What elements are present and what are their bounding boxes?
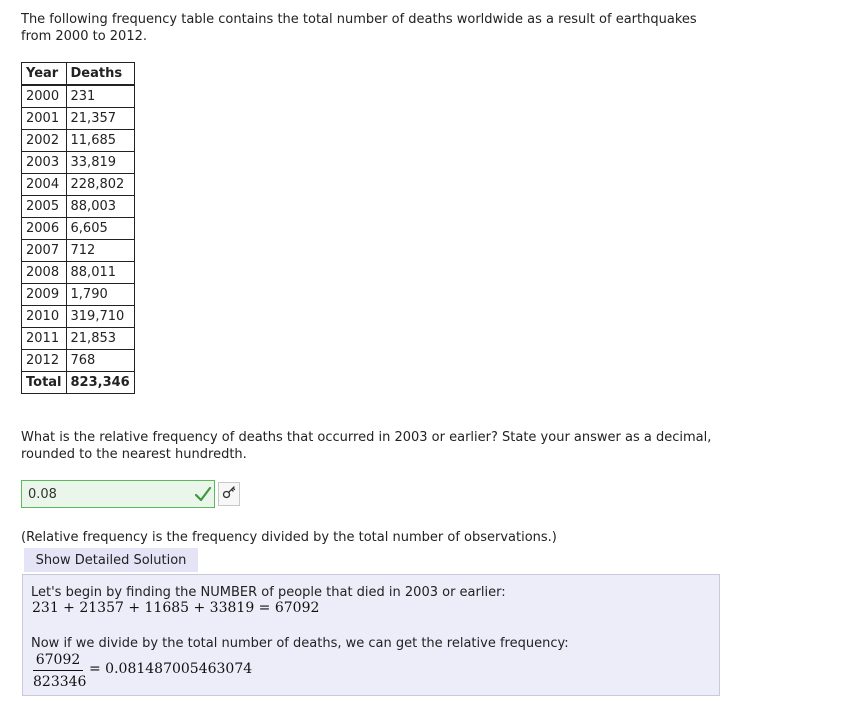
year-cell: 2005 — [21, 195, 67, 218]
table-row: 2008 88,011 — [21, 261, 135, 284]
solution-division-text: Now if we divide by the total number of … — [31, 636, 569, 651]
question-text: What is the relative frequency of deaths… — [21, 430, 712, 462]
table-row: 2011 21,853 — [21, 327, 135, 350]
deaths-cell: 21,357 — [65, 107, 135, 130]
deaths-cell: 712 — [65, 239, 135, 262]
fraction-numerator: 67092 — [35, 652, 81, 668]
year-cell: 2009 — [21, 283, 67, 306]
total-label: Total — [21, 371, 67, 394]
sum-equation: 231 + 21357 + 11685 + 33819 = 67092 — [32, 600, 320, 616]
intro-text: The following frequency table contains t… — [21, 12, 697, 44]
deaths-cell: 21,853 — [65, 327, 135, 350]
table-row: 2005 88,003 — [21, 195, 135, 218]
key-button[interactable] — [218, 482, 240, 506]
deaths-cell: 88,003 — [65, 195, 135, 218]
total-value: 823,346 — [65, 371, 135, 394]
deaths-cell: 33,819 — [65, 151, 135, 174]
table-total-row: Total 823,346 — [21, 371, 135, 394]
show-detailed-solution-button[interactable]: Show Detailed Solution — [24, 548, 198, 572]
column-header-year: Year — [21, 62, 67, 86]
year-cell: 2011 — [21, 327, 67, 350]
year-cell: 2008 — [21, 261, 67, 284]
deaths-cell: 228,802 — [65, 173, 135, 196]
year-cell: 2010 — [21, 305, 67, 328]
year-cell: 2012 — [21, 349, 67, 372]
deaths-cell: 11,685 — [65, 129, 135, 152]
fraction: 67092 823346 — [33, 651, 87, 691]
table-row: 2002 11,685 — [21, 129, 135, 152]
deaths-cell: 768 — [65, 349, 135, 372]
fraction-bar — [33, 670, 83, 671]
fraction-denominator: 823346 — [33, 674, 87, 690]
hint-text: (Relative frequency is the frequency div… — [21, 530, 557, 545]
key-icon — [222, 485, 236, 503]
year-cell: 2000 — [21, 84, 67, 108]
table-header-row: Year Deaths — [21, 62, 135, 86]
answer-input[interactable] — [22, 481, 198, 507]
column-header-deaths: Deaths — [65, 62, 135, 86]
solution-panel: Let's begin by finding the NUMBER of peo… — [22, 574, 720, 696]
year-cell: 2002 — [21, 129, 67, 152]
table-row: 2006 6,605 — [21, 217, 135, 240]
check-icon — [194, 484, 212, 504]
solution-intro-text: Let's begin by finding the NUMBER of peo… — [31, 585, 506, 600]
table-row: 2000 231 — [21, 84, 135, 108]
table-row: 2012 768 — [21, 349, 135, 372]
table-row: 2010 319,710 — [21, 305, 135, 328]
fraction-result: = 0.081487005463074 — [89, 661, 253, 677]
year-cell: 2004 — [21, 173, 67, 196]
deaths-cell: 319,710 — [65, 305, 135, 328]
deaths-cell: 88,011 — [65, 261, 135, 284]
deaths-cell: 1,790 — [65, 283, 135, 306]
deaths-cell: 231 — [65, 84, 135, 108]
year-cell: 2006 — [21, 217, 67, 240]
year-cell: 2001 — [21, 107, 67, 130]
table-row: 2007 712 — [21, 239, 135, 262]
table-row: 2004 228,802 — [21, 173, 135, 196]
year-cell: 2003 — [21, 151, 67, 174]
answer-field — [21, 480, 215, 508]
table-row: 2009 1,790 — [21, 283, 135, 306]
table-row: 2001 21,357 — [21, 107, 135, 130]
year-cell: 2007 — [21, 239, 67, 262]
frequency-table: Year Deaths 2000 231 2001 21,357 2002 11,68… — [21, 62, 135, 394]
deaths-cell: 6,605 — [65, 217, 135, 240]
table-row: 2003 33,819 — [21, 151, 135, 174]
